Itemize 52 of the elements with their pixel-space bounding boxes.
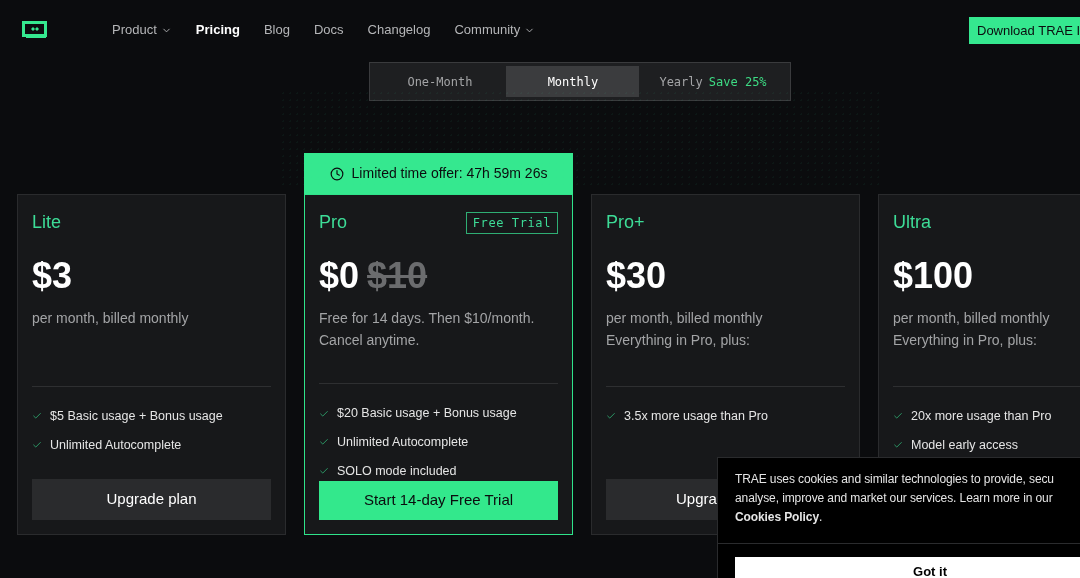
offer-text: Limited time offer: 47h 59m 26s	[351, 164, 548, 183]
nav-link[interactable]: Product	[112, 20, 172, 40]
nav-link[interactable]: Changelog	[367, 20, 431, 40]
plan-description: Everything in Pro, plus:	[893, 331, 1038, 350]
check-icon	[32, 440, 42, 451]
feature-text: Unlimited Autocomplete	[337, 434, 469, 452]
billing-option[interactable]: One-Month	[373, 66, 507, 97]
check-icon	[32, 411, 42, 422]
got-it-button[interactable]: Got it	[735, 557, 1080, 578]
feature-text: 3.5x more usage than Pro	[624, 408, 768, 425]
feature-text: Unlimited Autocomplete	[50, 436, 182, 454]
plan-description: per month, billed monthly	[32, 309, 190, 328]
plan-description: Free for 14 days. Then $10/month.	[319, 309, 536, 328]
feature-text: SOLO mode included	[337, 462, 457, 480]
feature-text: 20x more usage than Pro	[911, 408, 1052, 425]
upgrade-button[interactable]: Upgrade plan	[32, 479, 271, 520]
check-icon	[893, 440, 903, 451]
nav-link[interactable]: Docs	[313, 20, 344, 40]
upgrade-button[interactable]: Upgra	[606, 479, 718, 520]
plan-description: Cancel anytime.	[319, 331, 421, 350]
feature-text: $5 Basic usage + Bonus usage	[50, 408, 223, 425]
feature-text: $20 Basic usage + Bonus usage	[337, 405, 517, 423]
check-icon	[606, 411, 616, 422]
check-icon	[319, 466, 329, 477]
plan-name: Ultra	[893, 211, 931, 234]
check-icon	[319, 408, 329, 419]
download-button[interactable]: Download TRAE I	[969, 17, 1080, 44]
nav-link[interactable]: Pricing	[195, 20, 240, 40]
billing-option[interactable]: Yearly Save 25%	[639, 66, 787, 97]
cookie-notice: TRAE uses cookies and similar technologies to provide, secu analyse, improve and market our services. Learn more in our Cookies Policy.	[734, 471, 1055, 526]
plan-price: $30	[606, 258, 667, 294]
check-icon	[893, 411, 903, 422]
plan-price: $100	[893, 258, 974, 294]
clock-icon	[329, 166, 344, 181]
plan-name: Pro+	[606, 211, 645, 234]
plan-name: Pro	[319, 211, 347, 234]
feature-text: Model early access	[911, 436, 1018, 454]
billing-option[interactable]: Monthly	[506, 66, 640, 97]
plan-description: Everything in Pro, plus:	[606, 331, 751, 350]
old-price: $10	[367, 258, 428, 294]
plan-description: per month, billed monthly	[893, 309, 1051, 328]
free-trial-tag: Free Trial	[465, 211, 558, 234]
start-trial-button[interactable]: Start 14-day Free Trial	[319, 480, 558, 520]
check-icon	[319, 437, 329, 448]
nav-link[interactable]: Community	[454, 20, 536, 40]
nav-link[interactable]: Blog	[263, 20, 290, 40]
plan-price: $3	[32, 258, 73, 294]
logo-icon[interactable]	[22, 21, 47, 39]
plan-name: Lite	[32, 211, 62, 234]
save-label: Save 25%	[708, 73, 767, 91]
plan-price: $0	[319, 258, 360, 294]
plan-description: per month, billed monthly	[606, 309, 764, 328]
